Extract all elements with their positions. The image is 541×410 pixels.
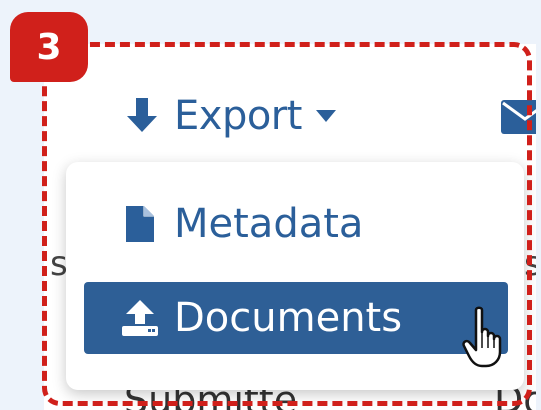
export-dropdown-menu: Metadata Documents xyxy=(66,162,524,390)
hand-cursor-icon xyxy=(462,306,502,368)
envelope-icon[interactable] xyxy=(500,99,536,135)
caret-down-icon xyxy=(315,110,336,122)
menu-item-documents[interactable]: Documents xyxy=(84,282,508,354)
arrow-down-icon xyxy=(127,98,157,132)
step-number-badge: 3 xyxy=(10,12,88,82)
background-text-fragment: s xyxy=(524,244,536,284)
export-label: Export xyxy=(174,93,302,139)
upload-icon xyxy=(122,300,158,336)
menu-item-label: Documents xyxy=(174,295,403,341)
screenshot-stage: s s Submitte Do Export Metadata Document… xyxy=(0,0,541,410)
menu-item-metadata[interactable]: Metadata xyxy=(84,188,508,260)
file-icon xyxy=(126,206,154,242)
export-dropdown-toggle[interactable]: Export xyxy=(122,86,336,146)
menu-item-label: Metadata xyxy=(174,201,364,247)
